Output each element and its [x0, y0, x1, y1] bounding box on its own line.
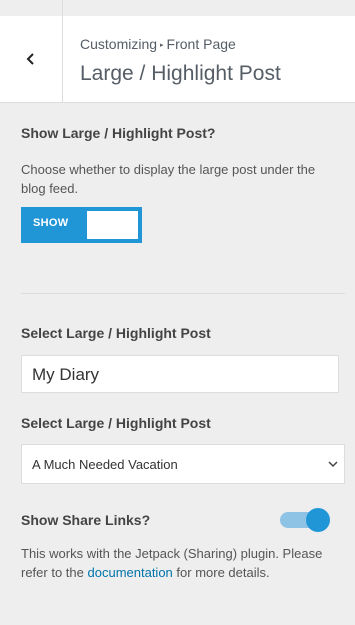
- top-bar-divider: [62, 0, 63, 16]
- show-highlight-toggle[interactable]: SHOW: [21, 207, 142, 243]
- show-highlight-label: Show Large / Highlight Post?: [21, 125, 216, 141]
- documentation-link[interactable]: documentation: [88, 565, 173, 580]
- share-links-switch[interactable]: [280, 508, 330, 532]
- share-links-description-tail: for more details.: [176, 565, 270, 580]
- chevron-down-icon: [328, 461, 338, 468]
- share-links-description: This works with the Jetpack (Sharing) pl…: [21, 544, 341, 582]
- show-highlight-description: Choose whether to display the large post…: [21, 162, 316, 196]
- select-post-input[interactable]: My Diary: [21, 355, 339, 393]
- select-post-dropdown[interactable]: A Much Needed Vacation: [21, 444, 345, 484]
- breadcrumb-section: Front Page: [166, 36, 236, 52]
- toggle-knob: [87, 211, 138, 239]
- back-button[interactable]: [0, 16, 63, 102]
- breadcrumb-separator-icon: ▸: [160, 42, 164, 49]
- panel-title: Large / Highlight Post: [80, 62, 281, 85]
- select-post-dropdown-label: Select Large / Highlight Post: [21, 415, 211, 431]
- select-post-input-label: Select Large / Highlight Post: [21, 325, 211, 341]
- share-links-label: Show Share Links?: [21, 512, 151, 528]
- breadcrumb-root: Customizing: [80, 36, 158, 52]
- chevron-left-icon: [26, 53, 34, 65]
- section-divider: [21, 293, 345, 294]
- switch-thumb: [306, 508, 330, 532]
- top-bar: [0, 0, 355, 16]
- select-post-dropdown-value: A Much Needed Vacation: [32, 457, 178, 472]
- toggle-label: SHOW: [33, 217, 69, 229]
- panel-header: Customizing ▸ Front Page Large / Highlight…: [0, 16, 355, 103]
- breadcrumb: Customizing ▸ Front Page: [80, 36, 236, 52]
